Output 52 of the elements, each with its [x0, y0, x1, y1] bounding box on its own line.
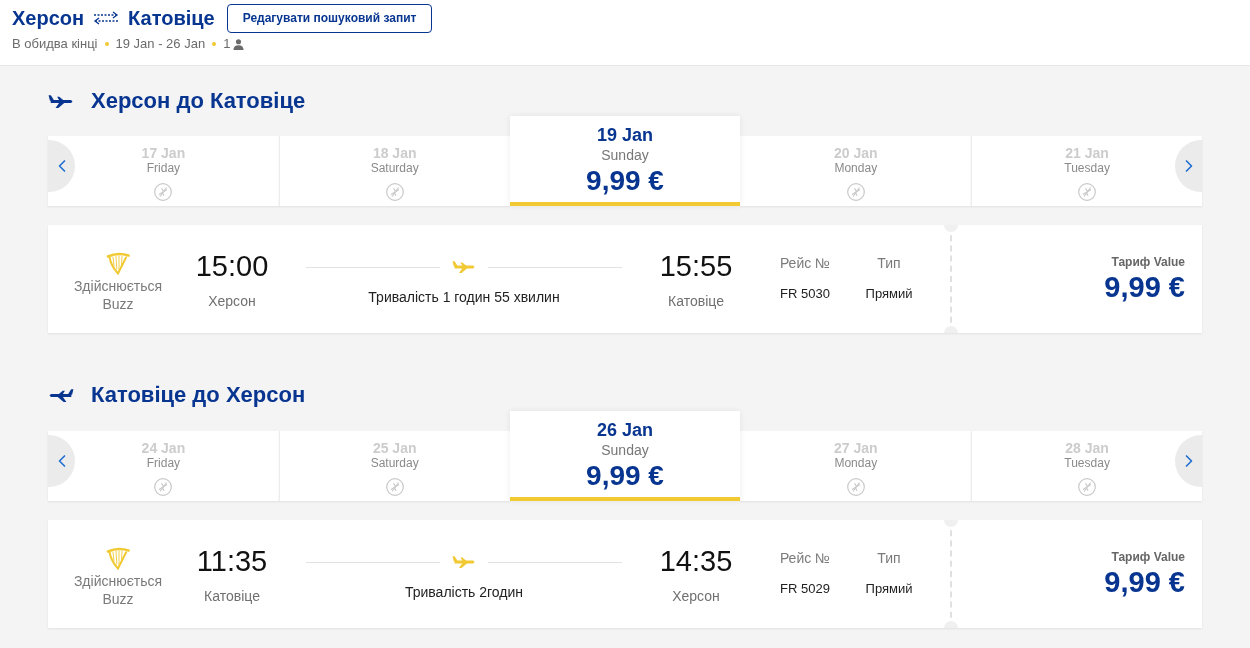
- arrival-time: 15:55: [659, 249, 733, 283]
- journey-title: Херсон до Катовіце: [91, 88, 306, 114]
- arrival-city: Катовіце: [668, 292, 724, 310]
- harp-logo: [106, 546, 130, 570]
- no-flights-icon: [1078, 478, 1097, 496]
- flight-number-label: Рейс №: [779, 254, 831, 272]
- no-flights-icon: [1078, 183, 1097, 201]
- departure-city: Катовіце: [204, 587, 260, 605]
- travel-dates: 19 Jan - 26 Jan: [115, 35, 206, 54]
- no-flights-icon: [154, 183, 173, 201]
- duration-text: Тривалість 2годин: [404, 583, 524, 601]
- passenger-count: 1: [223, 35, 231, 54]
- fare-price: 9,99 €: [1104, 271, 1185, 303]
- no-flights-icon: [385, 478, 404, 496]
- flight-type-label: Тип: [877, 549, 901, 567]
- ticket-notch: [944, 326, 958, 333]
- flight-type: Прямий: [865, 580, 913, 598]
- plane-icon: [452, 556, 476, 568]
- fare-label: Тариф Value: [1111, 254, 1185, 270]
- duration-text: Тривалість 1 годин 55 хвилин: [368, 288, 560, 306]
- flight-number-label: Рейс №: [779, 549, 831, 567]
- departure-time: 15:00: [195, 249, 269, 283]
- operator-text: Здійснюється Buzz: [72, 572, 164, 608]
- destination-city: Катовіце: [128, 6, 215, 31]
- fare-price: 9,99 €: [1104, 566, 1185, 598]
- flight-number: FR 5030: [780, 285, 830, 303]
- arrival-city: Херсон: [672, 587, 720, 605]
- no-flights-icon: [846, 478, 865, 496]
- origin-city: Херсон: [12, 6, 85, 31]
- harp-logo: [106, 251, 130, 275]
- no-flights-icon: [385, 183, 404, 201]
- trip-type: В обидва кінці: [12, 35, 98, 54]
- edit-search-button[interactable]: Редагувати пошуковий запит: [226, 3, 433, 33]
- date-tab[interactable]: 26 Jan Sunday 9,99 €: [509, 411, 741, 501]
- flight-number: FR 5029: [780, 580, 830, 598]
- ticket-notch: [944, 621, 958, 628]
- operator-text: Здійснюється Buzz: [72, 277, 164, 313]
- departure-city: Херсон: [208, 292, 256, 310]
- journey-title: Катовіце до Херсон: [91, 382, 306, 408]
- no-flights-icon: [154, 478, 173, 496]
- swap-arrows-icon: [93, 11, 120, 25]
- date-tab[interactable]: 19 Jan Sunday 9,99 €: [509, 116, 741, 206]
- no-flights-icon: [846, 183, 865, 201]
- fare-label: Тариф Value: [1111, 549, 1185, 565]
- arrival-time: 14:35: [659, 544, 733, 578]
- flight-type: Прямий: [865, 285, 913, 303]
- plane-icon: [452, 261, 476, 273]
- plane-icon: [48, 388, 74, 402]
- departure-time: 11:35: [196, 544, 268, 578]
- person-icon: [233, 38, 245, 50]
- plane-icon: [48, 94, 74, 108]
- flight-type-label: Тип: [877, 254, 901, 272]
